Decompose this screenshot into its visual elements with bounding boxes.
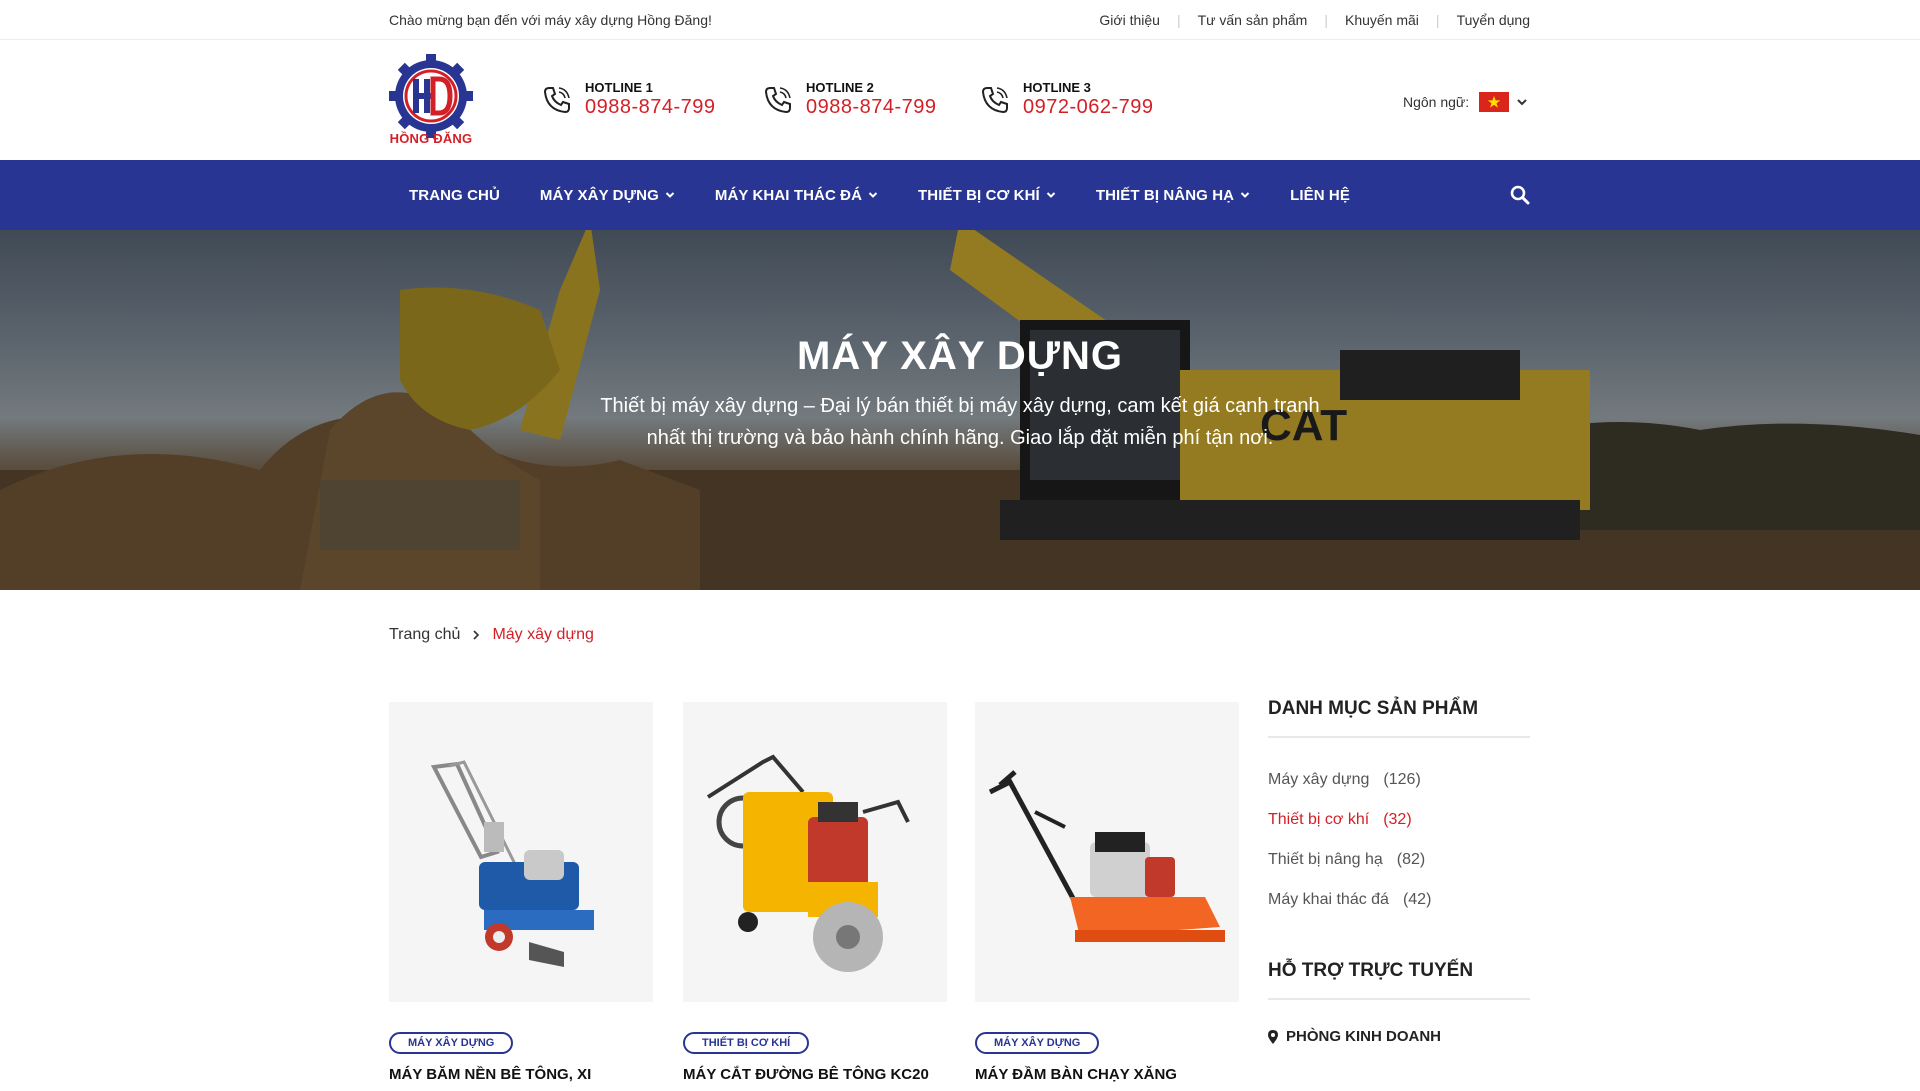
category-name: Thiết bị cơ khí bbox=[1268, 811, 1370, 828]
nav-item-label: MÁY KHAI THÁC ĐÁ bbox=[714, 186, 863, 204]
product-category-tag[interactable]: MÁY XÂY DỰNG bbox=[389, 1032, 514, 1054]
online-support-heading: HỖ TRỢ TRỰC TUYẾN bbox=[1268, 960, 1530, 1000]
search-icon[interactable] bbox=[1510, 185, 1530, 205]
logo-text: HỒNG ĐĂNG bbox=[389, 131, 473, 146]
chevron-down-icon bbox=[868, 192, 878, 198]
chevron-down-icon bbox=[1517, 99, 1527, 106]
divider: | bbox=[1176, 12, 1181, 28]
language-label: Ngôn ngữ: bbox=[1403, 94, 1470, 110]
hotline-label: HOTLINE 2 bbox=[806, 80, 874, 95]
nav-item-label: THIẾT BỊ NÂNG HẠ bbox=[1095, 186, 1235, 204]
nav-item-lifting-equipment[interactable]: THIẾT BỊ NÂNG HẠ bbox=[1076, 160, 1270, 230]
category-count: (42) bbox=[1402, 891, 1432, 908]
support-sales-department[interactable]: PHÒNG KINH DOANH bbox=[1268, 1028, 1530, 1045]
hotline-label: HOTLINE 1 bbox=[585, 80, 653, 95]
nav-items: TRANG CHỦ MÁY XÂY DỰNG MÁY KHAI THÁC ĐÁ … bbox=[389, 160, 1370, 230]
category-name: Máy khai thác đá bbox=[1268, 891, 1389, 908]
nav-item-quarry-machines[interactable]: MÁY KHAI THÁC ĐÁ bbox=[695, 160, 898, 230]
chevron-down-icon bbox=[1046, 192, 1056, 198]
category-name: Máy xây dựng bbox=[1268, 771, 1370, 788]
divider: | bbox=[1435, 12, 1440, 28]
category-count: (126) bbox=[1383, 771, 1421, 788]
top-link-advice[interactable]: Tư vấn sản phẩm bbox=[1198, 12, 1308, 28]
product-image[interactable] bbox=[975, 702, 1239, 1002]
nav-item-construction-machines[interactable]: MÁY XÂY DỰNG bbox=[520, 160, 695, 230]
categories-heading: DANH MỤC SẢN PHẨM bbox=[1268, 698, 1530, 738]
language-selector[interactable]: Ngôn ngữ: bbox=[1403, 92, 1528, 112]
category-item[interactable]: Thiết bị nâng hạ (82) bbox=[1268, 840, 1530, 880]
product-image[interactable] bbox=[683, 702, 947, 1002]
banner-description: Thiết bị máy xây dựng – Đại lý bán thiết… bbox=[600, 395, 1320, 449]
nav-item-home[interactable]: TRANG CHỦ bbox=[389, 160, 520, 230]
nav-item-mechanical-equipment[interactable]: THIẾT BỊ CƠ KHÍ bbox=[898, 160, 1076, 230]
hotline-number[interactable]: 0972-062-799 bbox=[1023, 96, 1154, 119]
nav-item-label: LIÊN HỆ bbox=[1290, 186, 1350, 204]
product-title[interactable]: MÁY ĐẦM BÀN CHẠY XĂNG bbox=[975, 1066, 1239, 1083]
chevron-down-icon bbox=[665, 192, 675, 198]
hotline-label: HOTLINE 3 bbox=[1023, 80, 1091, 95]
product-image[interactable] bbox=[389, 702, 653, 1002]
sidebar: DANH MỤC SẢN PHẨM Máy xây dựng (126) Thiế… bbox=[1268, 698, 1530, 1045]
top-link-about[interactable]: Giới thiệu bbox=[1099, 12, 1160, 28]
nav-item-label: TRANG CHỦ bbox=[409, 186, 500, 204]
phone-icon bbox=[764, 87, 791, 114]
plate-compactor-image bbox=[988, 770, 1225, 942]
product-title[interactable]: MÁY CẮT ĐƯỜNG BÊ TÔNG KC20 bbox=[683, 1066, 947, 1083]
category-item[interactable]: Thiết bị cơ khí (32) bbox=[1268, 800, 1530, 840]
phone-icon bbox=[543, 87, 570, 114]
product-title[interactable]: MÁY BĂM NỀN BÊ TÔNG, XI bbox=[389, 1066, 653, 1083]
support-label: PHÒNG KINH DOANH bbox=[1286, 1028, 1442, 1045]
nav-item-contact[interactable]: LIÊN HỆ bbox=[1270, 160, 1370, 230]
banner-title: MÁY XÂY DỰNG bbox=[797, 334, 1123, 378]
concrete-scarifier-image bbox=[430, 760, 594, 967]
category-count: (32) bbox=[1383, 811, 1412, 828]
page: Chào mừng bạn đến với máy xây dựng Hồng … bbox=[0, 0, 1920, 1091]
concrete-road-cutter-image bbox=[706, 754, 910, 972]
breadcrumb-current: Máy xây dựng bbox=[492, 626, 594, 643]
welcome-text: Chào mừng bạn đến với máy xây dựng Hồng … bbox=[389, 12, 712, 28]
main-nav: TRANG CHỦ MÁY XÂY DỰNG MÁY KHAI THÁC ĐÁ … bbox=[0, 160, 1920, 230]
header: HỒNG ĐĂNG HOTLINE 1 0988-874-799 HOTLINE… bbox=[0, 40, 1920, 160]
phone-icon bbox=[981, 87, 1008, 114]
product-card[interactable]: MÁY XÂY DỰNG MÁY ĐẦM BÀN CHẠY XĂNG bbox=[975, 702, 1239, 1083]
nav-item-label: THIẾT BỊ CƠ KHÍ bbox=[918, 186, 1040, 204]
top-link-promotion[interactable]: Khuyến mãi bbox=[1345, 12, 1419, 28]
product-category-tag[interactable]: THIẾT BỊ CƠ KHÍ bbox=[683, 1032, 810, 1054]
chevron-right-icon bbox=[473, 630, 480, 640]
product-card[interactable]: THIẾT BỊ CƠ KHÍ MÁY CẮT ĐƯỜNG BÊ TÔNG KC… bbox=[683, 702, 947, 1083]
hero-banner: CAT MÁY XÂY DỰNG Thiết bị máy xây dựng –… bbox=[0, 230, 1920, 590]
product-category-tag[interactable]: MÁY XÂY DỰNG bbox=[975, 1032, 1100, 1054]
breadcrumb-home[interactable]: Trang chủ bbox=[389, 626, 460, 644]
category-item[interactable]: Máy khai thác đá (42) bbox=[1268, 880, 1530, 920]
hotline-number[interactable]: 0988-874-799 bbox=[585, 96, 716, 119]
vietnam-flag-icon bbox=[1479, 92, 1510, 112]
category-item[interactable]: Máy xây dựng (126) bbox=[1268, 760, 1530, 800]
top-link-recruitment[interactable]: Tuyển dụng bbox=[1457, 12, 1530, 28]
breadcrumb: Trang chủ Máy xây dựng bbox=[389, 626, 594, 644]
nav-item-label: MÁY XÂY DỰNG bbox=[539, 186, 659, 204]
divider: | bbox=[1324, 12, 1328, 28]
product-card[interactable]: MÁY XÂY DỰNG MÁY BĂM NỀN BÊ TÔNG, XI bbox=[389, 702, 653, 1083]
category-count: (82) bbox=[1396, 851, 1426, 868]
category-name: Thiết bị nâng hạ bbox=[1268, 851, 1383, 868]
location-pin-icon bbox=[1268, 1029, 1278, 1044]
category-list: Máy xây dựng (126) Thiết bị cơ khí (32) Th… bbox=[1268, 760, 1530, 920]
top-links: Giới thiệu | Tư vấn sản phẩm | Khuyến mã… bbox=[1099, 12, 1530, 28]
chevron-down-icon bbox=[1240, 192, 1250, 198]
hotline-number[interactable]: 0988-874-799 bbox=[806, 96, 937, 119]
top-bar: Chào mừng bạn đến với máy xây dựng Hồng … bbox=[0, 0, 1920, 40]
